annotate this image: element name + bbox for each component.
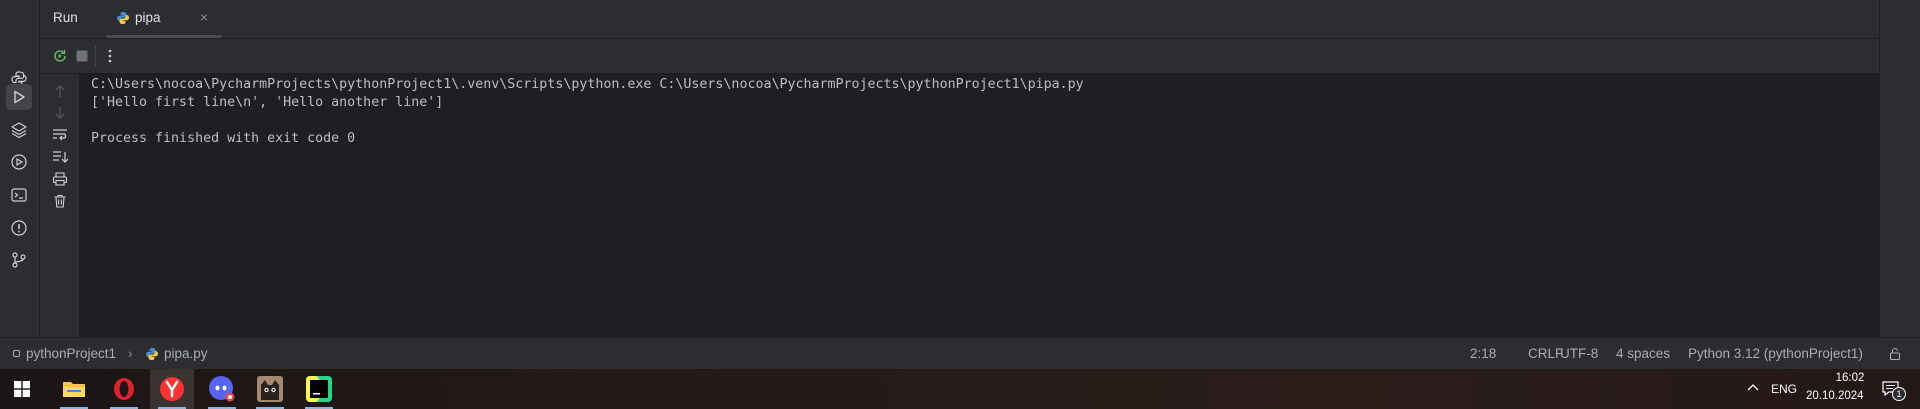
clear-all-icon[interactable] xyxy=(50,192,70,210)
left-tool-strip xyxy=(0,0,40,337)
discord-icon[interactable] xyxy=(200,369,244,409)
console-line: C:\Users\nocoa\PycharmProjects\pythonPro… xyxy=(91,77,1084,92)
tray-overflow-icon[interactable] xyxy=(1746,381,1760,398)
windows-start-icon[interactable] xyxy=(0,369,44,409)
windows-taskbar: ENG 16:02 20.10.2024 1 xyxy=(0,369,1920,409)
problems-icon[interactable] xyxy=(6,215,32,241)
terminal-icon[interactable] xyxy=(6,182,32,208)
tab-active-indicator xyxy=(106,35,222,38)
breadcrumb-project[interactable]: pythonProject1 xyxy=(26,346,116,361)
file-encoding[interactable]: UTF-8 xyxy=(1560,346,1598,361)
input-language[interactable]: ENG xyxy=(1771,382,1797,396)
rerun-icon[interactable] xyxy=(52,48,68,67)
indent-setting[interactable]: 4 spaces xyxy=(1616,346,1670,361)
cat-app-icon[interactable] xyxy=(248,369,292,409)
clock-time[interactable]: 16:02 xyxy=(1820,372,1880,384)
clock-date[interactable]: 20.10.2024 xyxy=(1806,390,1864,402)
stop-icon[interactable] xyxy=(76,50,88,65)
notification-badge: 1 xyxy=(1892,387,1906,401)
scroll-down-icon[interactable] xyxy=(50,104,70,122)
tab-close-button[interactable]: × xyxy=(200,9,208,25)
right-tool-strip xyxy=(1879,0,1920,337)
console-gutter xyxy=(40,74,79,337)
file-explorer-icon[interactable] xyxy=(52,369,96,409)
yandex-browser-icon[interactable] xyxy=(150,369,194,409)
pycharm-icon[interactable] xyxy=(297,369,341,409)
python-file-icon xyxy=(116,11,130,28)
toolbar-divider xyxy=(95,46,96,66)
scroll-up-icon[interactable] xyxy=(50,82,70,100)
tool-window-header: Run pipa × xyxy=(40,0,1879,39)
console-line: ['Hello first line\n', 'Hello another li… xyxy=(91,95,444,110)
tool-window-title: Run xyxy=(53,10,78,25)
scroll-to-end-icon[interactable] xyxy=(50,148,70,166)
line-ending[interactable]: CRLF xyxy=(1528,346,1563,361)
lock-icon[interactable] xyxy=(1888,347,1902,364)
python-interpreter[interactable]: Python 3.12 (pythonProject1) xyxy=(1688,346,1863,361)
console-line: Process finished with exit code 0 xyxy=(91,131,356,146)
more-options-icon[interactable] xyxy=(103,48,117,67)
tab-pipa[interactable]: pipa × xyxy=(106,0,222,38)
tab-label: pipa xyxy=(135,10,161,25)
console-output[interactable]: C:\Users\nocoa\PycharmProjects\pythonPro… xyxy=(80,74,1879,337)
breadcrumb-file[interactable]: pipa.py xyxy=(164,346,208,361)
opera-icon[interactable] xyxy=(102,369,146,409)
breadcrumb-separator: › xyxy=(128,346,133,361)
layers-icon[interactable] xyxy=(6,117,32,143)
git-icon[interactable] xyxy=(6,247,32,273)
services-icon[interactable] xyxy=(6,149,32,175)
status-bar: pythonProject1 › pipa.py 2:18 CRLF UTF-8… xyxy=(0,337,1920,370)
soft-wrap-icon[interactable] xyxy=(50,126,70,144)
run-toolbar xyxy=(40,39,1879,74)
caret-position[interactable]: 2:18 xyxy=(1470,346,1496,361)
module-icon xyxy=(13,350,20,357)
print-icon[interactable] xyxy=(50,170,70,188)
run-icon[interactable] xyxy=(6,84,32,110)
python-file-icon xyxy=(145,347,159,364)
